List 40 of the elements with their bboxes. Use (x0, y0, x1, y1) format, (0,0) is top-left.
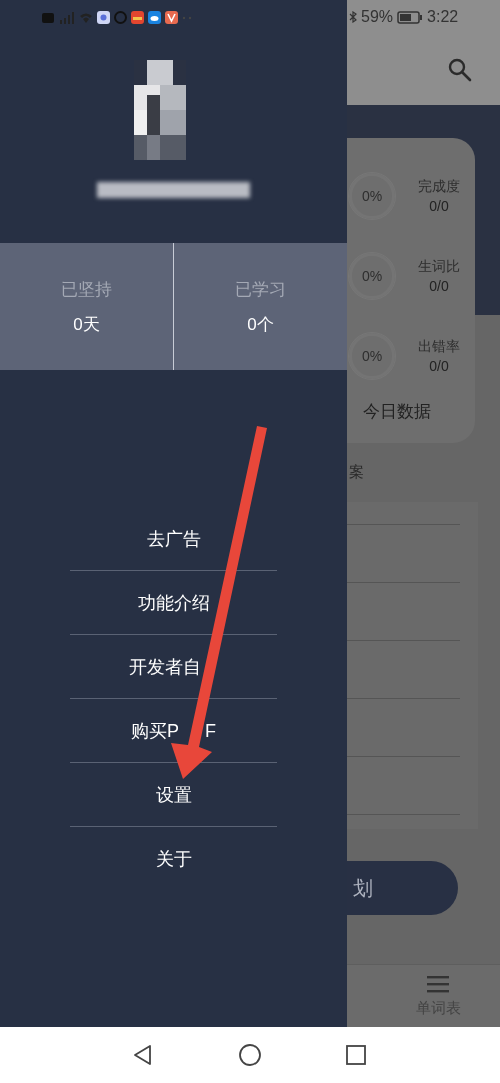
more-icon (182, 15, 192, 20)
metric-value: 0/0 (429, 277, 449, 294)
metric-label: 完成度 (418, 177, 460, 196)
metric-value: 0/0 (429, 357, 449, 374)
menu-item[interactable]: 功能介绍 (137, 590, 210, 615)
metric-value: 0/0 (429, 197, 449, 214)
stat-value: 0天 (73, 313, 100, 336)
back-icon[interactable] (132, 1044, 154, 1066)
menu-item[interactable]: 关于 (155, 847, 192, 871)
metric-label: 出错率 (418, 337, 460, 356)
stat-label: 已坚持 (61, 278, 112, 301)
menu-item[interactable]: 去广告 (146, 526, 201, 551)
progress-ring: 0% (349, 172, 395, 219)
progress-ring: 0% (349, 252, 395, 299)
stat-label: 已学习 (235, 278, 286, 301)
app-icon (131, 11, 144, 24)
circle-app-icon (114, 11, 127, 24)
menu-item[interactable]: 购买P F (131, 718, 216, 743)
menu-item[interactable]: 设置 (155, 782, 192, 807)
card-title: 今日数据 (362, 400, 432, 423)
search-icon[interactable] (447, 56, 473, 83)
signal-icon (59, 11, 75, 24)
cloud-app-icon (148, 11, 161, 24)
menu-item[interactable]: 开发者自 (128, 654, 201, 679)
app-icon (165, 11, 178, 24)
progress-ring: 0% (349, 332, 395, 379)
bluetooth-icon (349, 11, 357, 24)
recents-icon[interactable] (345, 1044, 367, 1066)
stat-value: 0个 (247, 313, 274, 336)
plan-button[interactable]: 划 (347, 861, 458, 916)
home-icon[interactable] (238, 1043, 262, 1067)
section-title: 案 (348, 462, 365, 482)
battery-percent: 59% (361, 8, 394, 27)
wifi-icon (79, 11, 93, 24)
metric-label: 生词比 (418, 257, 460, 276)
music-app-icon (97, 11, 110, 24)
list-icon (427, 974, 449, 993)
battery-icon (397, 10, 424, 24)
hd-icon (41, 11, 55, 24)
clock-time: 3:22 (427, 8, 459, 27)
